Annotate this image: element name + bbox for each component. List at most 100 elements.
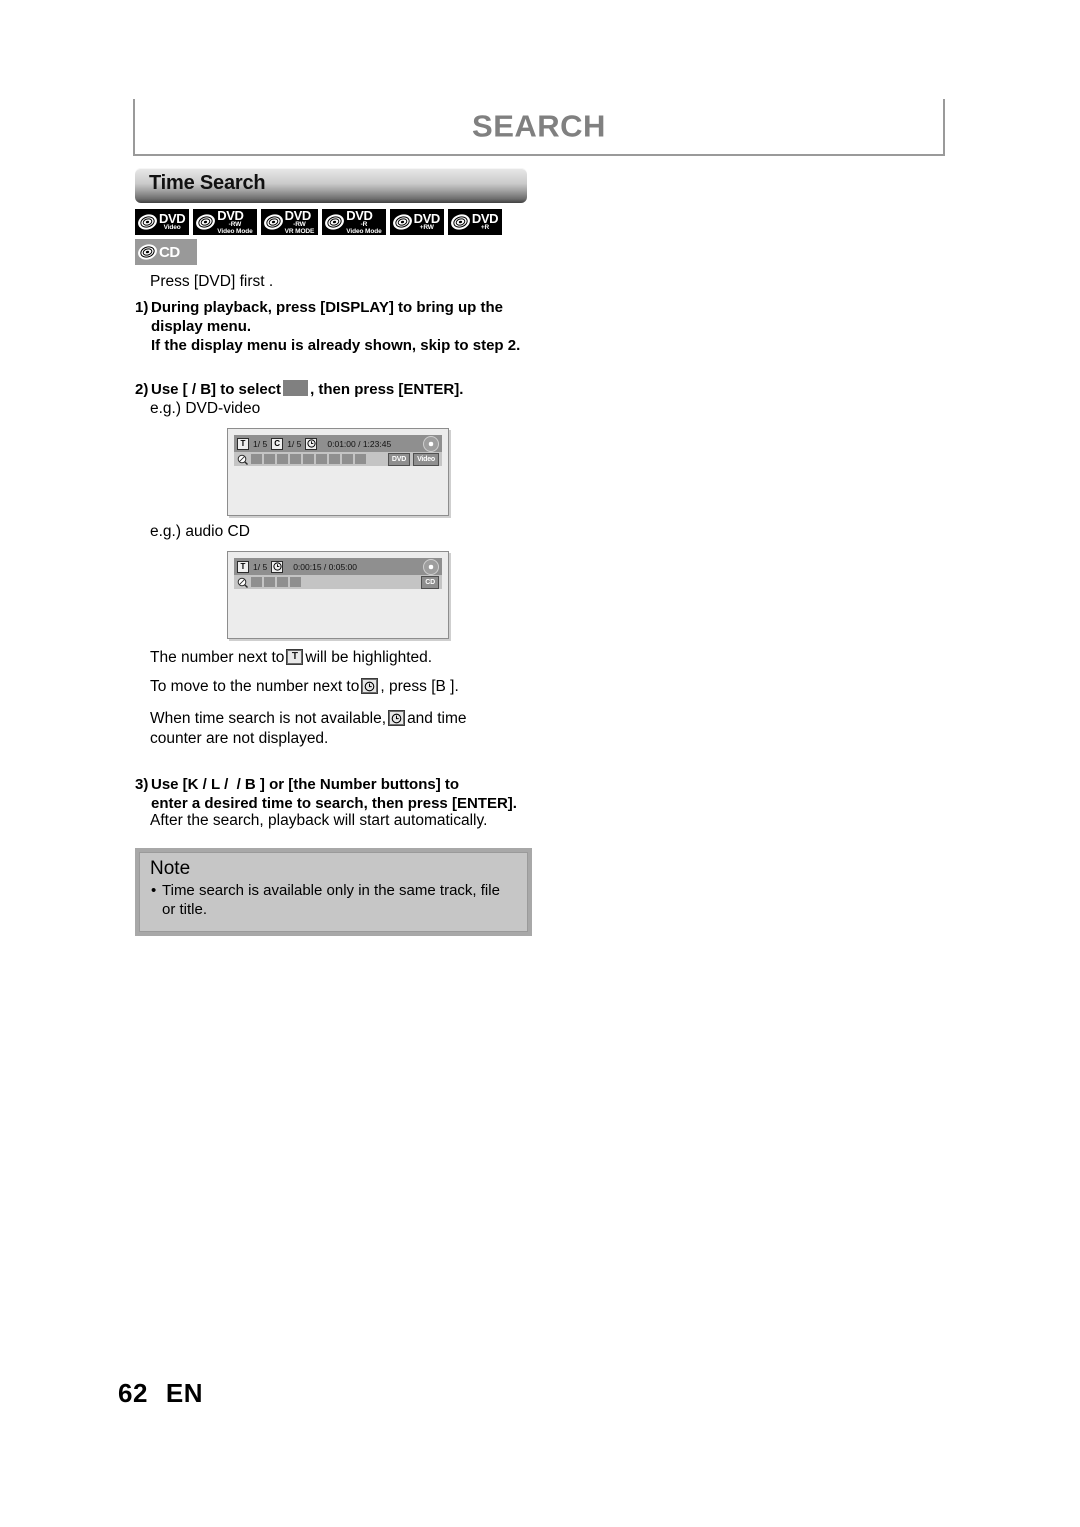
example-label-dvd-video: e.g.) DVD-video	[150, 400, 260, 418]
step-3-body: Use [K / L /  / B ] or [the Number butt…	[135, 775, 565, 813]
title-icon: T	[237, 438, 249, 450]
osd-block	[355, 454, 366, 464]
clock-icon	[361, 678, 378, 694]
step-2-body: Use [ / B] to select, then press [ENTER…	[135, 380, 555, 399]
osd-dvd-time: 0:01:00 / 1:23:45	[327, 439, 391, 449]
clock-icon-glyph	[390, 712, 403, 724]
disc-badge-dvd-r-video: DVD -R Video Mode	[322, 209, 385, 235]
paragraph-a-pre: The number next to	[150, 649, 284, 666]
disc-badge-dvd-plus-rw: DVD +RW	[390, 209, 444, 235]
page-language: EN	[166, 1378, 203, 1408]
disc-badge-dvd-rw-video: DVD -RW Video Mode	[193, 209, 256, 235]
step-2-keys:  / B	[188, 381, 211, 398]
disc-compatibility-row-1: DVD Video DVD -RW Video Mode DVD -RW VR …	[135, 209, 502, 235]
chapter-icon: C	[271, 438, 283, 450]
step-1-body: During playback, press [DISPLAY] to brin…	[135, 298, 555, 356]
paragraph-c-pre: When time search is not available,	[150, 710, 386, 727]
osd-tag-mode: Video	[413, 453, 439, 466]
osd-block	[277, 454, 288, 464]
paragraph-b-pre: To move to the number next to	[150, 678, 359, 695]
osd-cd-time: 0:00:15 / 0:05:00	[293, 562, 357, 572]
osd-block	[290, 577, 301, 587]
disc-badge-dvd-rw-vr: DVD -RW VR MODE	[261, 209, 319, 235]
step-2-mid: ] to select	[211, 381, 281, 398]
paragraph-a-post: will be highlighted.	[305, 649, 432, 666]
search-icon	[237, 453, 249, 465]
paragraph-c-line-2: counter are not displayed.	[150, 730, 328, 747]
page-title: SEARCH	[135, 108, 943, 144]
disc-badge-main: CD	[159, 245, 180, 260]
selection-swatch-icon	[283, 380, 308, 396]
osd-cd-blocks	[251, 577, 301, 587]
step-2: 2) Use [ / B] to select, then press [EN…	[135, 380, 555, 399]
paragraph-title-highlight: The number next to Twill be highlighted.	[150, 648, 432, 668]
section-banner: Time Search	[135, 168, 527, 203]
paragraph-time-search-unavailable: When time search is not available, and ti…	[150, 709, 510, 750]
osd-block	[264, 454, 275, 464]
disc-badge-text: CD	[159, 245, 180, 260]
step-3-line-2: enter a desired time to search, then pre…	[151, 795, 517, 812]
paragraph-move-to-time: To move to the number next to , press [B …	[150, 677, 459, 697]
clock-icon	[271, 561, 283, 573]
note-inner: Note Time search is available only in th…	[139, 852, 528, 932]
title-icon-label: T	[288, 651, 301, 663]
paragraph-c-post: and time	[407, 710, 466, 727]
step-3: 3) Use [K / L /  / B ] or [the Number b…	[135, 775, 565, 813]
intro-text: Press [DVD] first .	[150, 273, 273, 291]
osd-block	[264, 577, 275, 587]
osd-tag-disc-type: DVD	[388, 453, 410, 466]
disc-compatibility-row-2: CD	[135, 239, 197, 265]
disc-badge-sub: Video	[159, 225, 185, 232]
disc-icon	[263, 213, 284, 231]
note-item: Time search is available only in the sam…	[150, 881, 517, 920]
step-1: 1) During playback, press [DISPLAY] to b…	[135, 298, 555, 356]
osd-cd-bottom-bar: CD	[234, 575, 442, 589]
osd-dvd-blocks	[251, 454, 366, 464]
note-title: Note	[150, 859, 517, 880]
disc-icon	[195, 213, 216, 231]
disc-badge-sub: +RW	[414, 225, 440, 232]
step-1-line-1: During playback, press [DISPLAY] to brin…	[151, 299, 503, 316]
step-3-line-1: Use [K / L /  / B ] or [the Number butt…	[151, 776, 459, 793]
osd-dvd-title-value: 1/ 5	[253, 439, 267, 449]
disc-icon	[324, 213, 345, 231]
disc-badge-text: DVD +RW	[414, 212, 440, 232]
osd-dvd-tags: DVD Video	[388, 453, 439, 466]
note-item-line-1: Time search is available only in the sam…	[162, 882, 500, 919]
osd-block	[251, 454, 262, 464]
disc-badge-sub: +R	[472, 225, 498, 232]
osd-cd-top-bar: T 1/ 5 0:00:15 / 0:05:00	[234, 558, 442, 575]
paragraph-b-post: , press [B ].	[380, 678, 458, 695]
disc-icon	[450, 213, 471, 231]
osd-screenshot-dvd-video: T 1/ 5 C 1/ 5 0:01:00 / 1:23:45 DVD Vide…	[227, 428, 449, 516]
after-search-text: After the search, playback will start au…	[150, 812, 487, 830]
osd-dvd-top-bar: T 1/ 5 C 1/ 5 0:01:00 / 1:23:45	[234, 435, 442, 452]
note-item-line-2: title.	[180, 901, 208, 918]
disc-badge-sub2: Video Mode	[346, 229, 381, 236]
disc-badge-sub2: VR MODE	[285, 229, 315, 236]
note-box: Note Time search is available only in th…	[135, 848, 532, 936]
disc-indicator-icon	[423, 559, 439, 575]
osd-block	[277, 577, 288, 587]
step-1-line-3: If the display menu is already shown, sk…	[151, 337, 520, 354]
osd-block	[316, 454, 327, 464]
step-3-number: 3)	[135, 775, 148, 794]
osd-tag-disc-type: CD	[421, 576, 439, 589]
search-icon	[237, 576, 249, 588]
disc-badge-dvd-video: DVD Video	[135, 209, 189, 235]
step-1-number: 1)	[135, 298, 148, 317]
title-icon: T	[237, 561, 249, 573]
disc-icon	[392, 213, 413, 231]
disc-badge-dvd-plus-r: DVD +R	[448, 209, 502, 235]
disc-icon	[137, 243, 158, 261]
example-label-audio-cd: e.g.) audio CD	[150, 523, 250, 541]
osd-block	[329, 454, 340, 464]
disc-badge-text: DVD Video	[159, 212, 185, 232]
title-icon: T	[286, 649, 303, 665]
page-footer: 62 EN	[118, 1378, 203, 1409]
page-header: SEARCH	[133, 99, 945, 156]
osd-screenshot-audio-cd: T 1/ 5 0:00:15 / 0:05:00 CD	[227, 551, 449, 639]
disc-badge-text: DVD -RW Video Mode	[217, 209, 252, 235]
clock-icon	[305, 438, 317, 450]
clock-icon	[388, 710, 405, 726]
